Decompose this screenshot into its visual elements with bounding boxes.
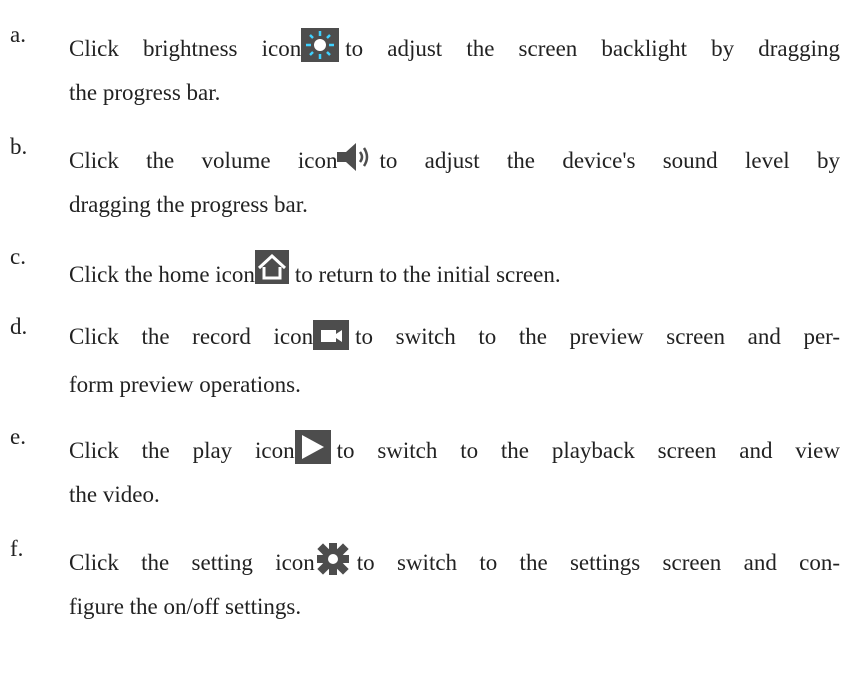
- gear-icon: [314, 542, 351, 576]
- item-marker: f.: [10, 536, 24, 561]
- item-line-2: the progress bar.: [69, 80, 221, 105]
- item-text-after: to return to the initial screen.: [294, 262, 561, 287]
- item-line-1: Click the setting icon to switch to the s…: [69, 542, 840, 578]
- item-line-1: Click brightness icon to adjust the scree…: [69, 28, 840, 64]
- item-line-1: Click the home icon to return to the init…: [69, 250, 840, 290]
- item-line-2: the video.: [69, 482, 160, 507]
- item-line-2: form preview operations.: [69, 372, 301, 397]
- item-text-before: Click the volume icon: [69, 148, 338, 173]
- item-text-before: Click brightness icon: [69, 36, 302, 61]
- record-icon: [313, 320, 350, 350]
- item-marker: b.: [10, 134, 28, 159]
- item-text-after: to switch to the settings screen and con…: [356, 550, 840, 575]
- item-marker: d.: [10, 314, 28, 339]
- item-line-2: dragging the progress bar.: [69, 192, 308, 217]
- item-text-before: Click the home icon: [69, 262, 255, 287]
- item-text-after: to switch to the preview screen and per-: [355, 324, 841, 349]
- item-line-1: Click the play icon to switch to the play…: [69, 430, 840, 466]
- item-line-1: Click the volume icon to adjust the devic…: [69, 140, 840, 176]
- item-text-before: Click the play icon: [69, 438, 295, 463]
- item-text-after: to adjust the device's sound level by: [379, 148, 841, 173]
- play-icon: [294, 430, 331, 464]
- item-marker: a.: [10, 22, 26, 47]
- home-icon: [254, 250, 289, 284]
- item-marker: e.: [10, 424, 26, 449]
- item-text-before: Click the setting icon: [69, 550, 315, 575]
- item-line-2: figure the on/off settings.: [69, 594, 302, 619]
- item-text-after: to switch to the playback screen and vie…: [336, 438, 840, 463]
- item-marker: c.: [10, 244, 26, 269]
- item-text-before: Click the record icon: [69, 324, 314, 349]
- volume-icon: [337, 140, 374, 174]
- item-text-after: to adjust the screen backlight by draggi…: [345, 36, 840, 61]
- brightness-icon: [301, 28, 340, 62]
- item-line-1: Click the record icon to switch to the pr…: [69, 320, 840, 352]
